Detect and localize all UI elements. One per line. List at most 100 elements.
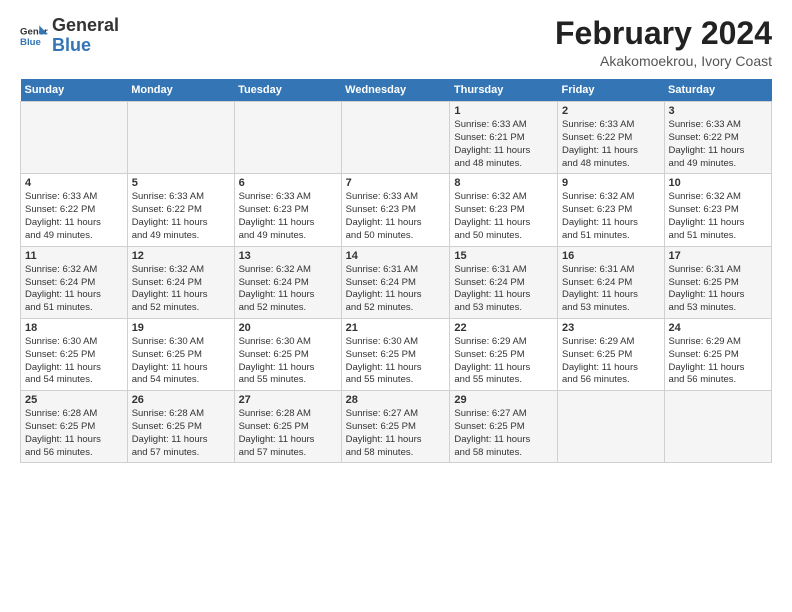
calendar-cell: 7Sunrise: 6:33 AM Sunset: 6:23 PM Daylig… [341,174,450,246]
day-info: Sunrise: 6:29 AM Sunset: 6:25 PM Dayligh… [562,336,660,387]
calendar-cell: 20 Sunrise: 6:30 AM Sunset: 6:25 PM Dayli… [234,318,341,390]
calendar-cell [664,391,771,463]
day-info: Sunrise: 6:28 AM Sunset: 6:25 PM Dayligh… [132,408,230,459]
day-number: 23 [562,322,660,334]
day-info: Sunrise: 6:33 AM Sunset: 6:23 PM Dayligh… [239,191,337,242]
calendar-header-row: SundayMondayTuesdayWednesdayThursdayFrid… [21,79,772,102]
day-info: Sunrise: 6:32 AM Sunset: 6:23 PM Dayligh… [454,191,553,242]
calendar-cell: 19 Sunrise: 6:30 AM Sunset: 6:25 PM Dayli… [127,318,234,390]
calendar-cell [234,102,341,174]
day-info: Sunrise: 6:31 AM Sunset: 6:24 PM Dayligh… [562,264,660,315]
day-info: Sunrise: 6:33 AM Sunset: 6:23 PM Dayligh… [346,191,446,242]
day-info: Sunrise: 6:33 AM Sunset: 6:22 PM Dayligh… [562,119,660,170]
day-number: 12 [132,250,230,262]
calendar-cell: 10Sunrise: 6:32 AM Sunset: 6:23 PM Dayli… [664,174,771,246]
day-info: Sunrise: 6:28 AM Sunset: 6:25 PM Dayligh… [25,408,123,459]
day-number: 19 [132,322,230,334]
day-number: 4 [25,177,123,189]
calendar-cell: 14 Sunrise: 6:31 AM Sunset: 6:24 PM Dayli… [341,246,450,318]
day-number: 3 [669,105,767,117]
calendar-cell: 16 Sunrise: 6:31 AM Sunset: 6:24 PM Dayli… [558,246,665,318]
calendar-cell: 11 Sunrise: 6:32 AM Sunset: 6:24 PM Dayli… [21,246,128,318]
calendar-cell: 2 Sunrise: 6:33 AM Sunset: 6:22 PM Daylig… [558,102,665,174]
col-header-sunday: Sunday [21,79,128,102]
calendar-week-2: 4 Sunrise: 6:33 AM Sunset: 6:22 PM Daylig… [21,174,772,246]
day-number: 18 [25,322,123,334]
day-number: 14 [346,250,446,262]
day-number: 21 [346,322,446,334]
calendar-table: SundayMondayTuesdayWednesdayThursdayFrid… [20,79,772,463]
day-info: Sunrise: 6:33 AM Sunset: 6:22 PM Dayligh… [25,191,123,242]
calendar-cell: 3 Sunrise: 6:33 AM Sunset: 6:22 PM Daylig… [664,102,771,174]
calendar-cell: 28Sunrise: 6:27 AM Sunset: 6:25 PM Dayli… [341,391,450,463]
day-number: 29 [454,394,553,406]
day-info: Sunrise: 6:27 AM Sunset: 6:25 PM Dayligh… [346,408,446,459]
calendar-week-1: 1 Sunrise: 6:33 AM Sunset: 6:21 PM Daylig… [21,102,772,174]
day-info: Sunrise: 6:30 AM Sunset: 6:25 PM Dayligh… [239,336,337,387]
calendar-cell: 25 Sunrise: 6:28 AM Sunset: 6:25 PM Dayli… [21,391,128,463]
calendar-cell: 18 Sunrise: 6:30 AM Sunset: 6:25 PM Dayli… [21,318,128,390]
day-info: Sunrise: 6:32 AM Sunset: 6:24 PM Dayligh… [132,264,230,315]
day-info: Sunrise: 6:31 AM Sunset: 6:24 PM Dayligh… [454,264,553,315]
day-info: Sunrise: 6:30 AM Sunset: 6:25 PM Dayligh… [132,336,230,387]
day-number: 1 [454,105,553,117]
calendar-week-3: 11 Sunrise: 6:32 AM Sunset: 6:24 PM Dayli… [21,246,772,318]
calendar-cell [127,102,234,174]
calendar-cell: 12 Sunrise: 6:32 AM Sunset: 6:24 PM Dayli… [127,246,234,318]
page-subtitle: Akakomoekrou, Ivory Coast [555,53,772,69]
day-number: 13 [239,250,337,262]
col-header-tuesday: Tuesday [234,79,341,102]
day-info: Sunrise: 6:30 AM Sunset: 6:25 PM Dayligh… [25,336,123,387]
page-title: February 2024 [555,16,772,51]
calendar-cell: 24 Sunrise: 6:29 AM Sunset: 6:25 PM Dayli… [664,318,771,390]
day-info: Sunrise: 6:33 AM Sunset: 6:21 PM Dayligh… [454,119,553,170]
day-number: 9 [562,177,660,189]
calendar-cell: 4 Sunrise: 6:33 AM Sunset: 6:22 PM Daylig… [21,174,128,246]
day-info: Sunrise: 6:33 AM Sunset: 6:22 PM Dayligh… [669,119,767,170]
calendar-cell: 22Sunrise: 6:29 AM Sunset: 6:25 PM Dayli… [450,318,558,390]
calendar-cell: 21 Sunrise: 6:30 AM Sunset: 6:25 PM Dayli… [341,318,450,390]
logo-text: General Blue [52,16,119,56]
day-info: Sunrise: 6:30 AM Sunset: 6:25 PM Dayligh… [346,336,446,387]
day-info: Sunrise: 6:28 AM Sunset: 6:25 PM Dayligh… [239,408,337,459]
day-number: 22 [454,322,553,334]
day-number: 24 [669,322,767,334]
calendar-cell: 6 Sunrise: 6:33 AM Sunset: 6:23 PM Daylig… [234,174,341,246]
day-info: Sunrise: 6:31 AM Sunset: 6:24 PM Dayligh… [346,264,446,315]
calendar-cell: 5Sunrise: 6:33 AM Sunset: 6:22 PM Daylig… [127,174,234,246]
calendar-cell [558,391,665,463]
calendar-week-5: 25 Sunrise: 6:28 AM Sunset: 6:25 PM Dayli… [21,391,772,463]
day-number: 27 [239,394,337,406]
col-header-saturday: Saturday [664,79,771,102]
calendar-cell: 17 Sunrise: 6:31 AM Sunset: 6:25 PM Dayli… [664,246,771,318]
calendar-cell: 26Sunrise: 6:28 AM Sunset: 6:25 PM Dayli… [127,391,234,463]
day-number: 25 [25,394,123,406]
day-info: Sunrise: 6:31 AM Sunset: 6:25 PM Dayligh… [669,264,767,315]
calendar-cell: 1 Sunrise: 6:33 AM Sunset: 6:21 PM Daylig… [450,102,558,174]
col-header-friday: Friday [558,79,665,102]
day-info: Sunrise: 6:32 AM Sunset: 6:23 PM Dayligh… [669,191,767,242]
day-number: 8 [454,177,553,189]
day-info: Sunrise: 6:27 AM Sunset: 6:25 PM Dayligh… [454,408,553,459]
calendar-cell: 27 Sunrise: 6:28 AM Sunset: 6:25 PM Dayli… [234,391,341,463]
title-block: February 2024 Akakomoekrou, Ivory Coast [555,16,772,69]
day-number: 20 [239,322,337,334]
day-number: 17 [669,250,767,262]
day-info: Sunrise: 6:32 AM Sunset: 6:23 PM Dayligh… [562,191,660,242]
calendar-cell: 29 Sunrise: 6:27 AM Sunset: 6:25 PM Dayli… [450,391,558,463]
day-info: Sunrise: 6:32 AM Sunset: 6:24 PM Dayligh… [25,264,123,315]
day-number: 6 [239,177,337,189]
col-header-wednesday: Wednesday [341,79,450,102]
calendar-cell: 9 Sunrise: 6:32 AM Sunset: 6:23 PM Daylig… [558,174,665,246]
calendar-cell: 23 Sunrise: 6:29 AM Sunset: 6:25 PM Dayli… [558,318,665,390]
day-info: Sunrise: 6:29 AM Sunset: 6:25 PM Dayligh… [669,336,767,387]
day-number: 11 [25,250,123,262]
col-header-thursday: Thursday [450,79,558,102]
day-number: 16 [562,250,660,262]
page-header: General Blue General Blue February 2024 … [20,16,772,69]
logo: General Blue General Blue [20,16,119,56]
calendar-cell [341,102,450,174]
day-number: 2 [562,105,660,117]
col-header-monday: Monday [127,79,234,102]
calendar-week-4: 18 Sunrise: 6:30 AM Sunset: 6:25 PM Dayli… [21,318,772,390]
